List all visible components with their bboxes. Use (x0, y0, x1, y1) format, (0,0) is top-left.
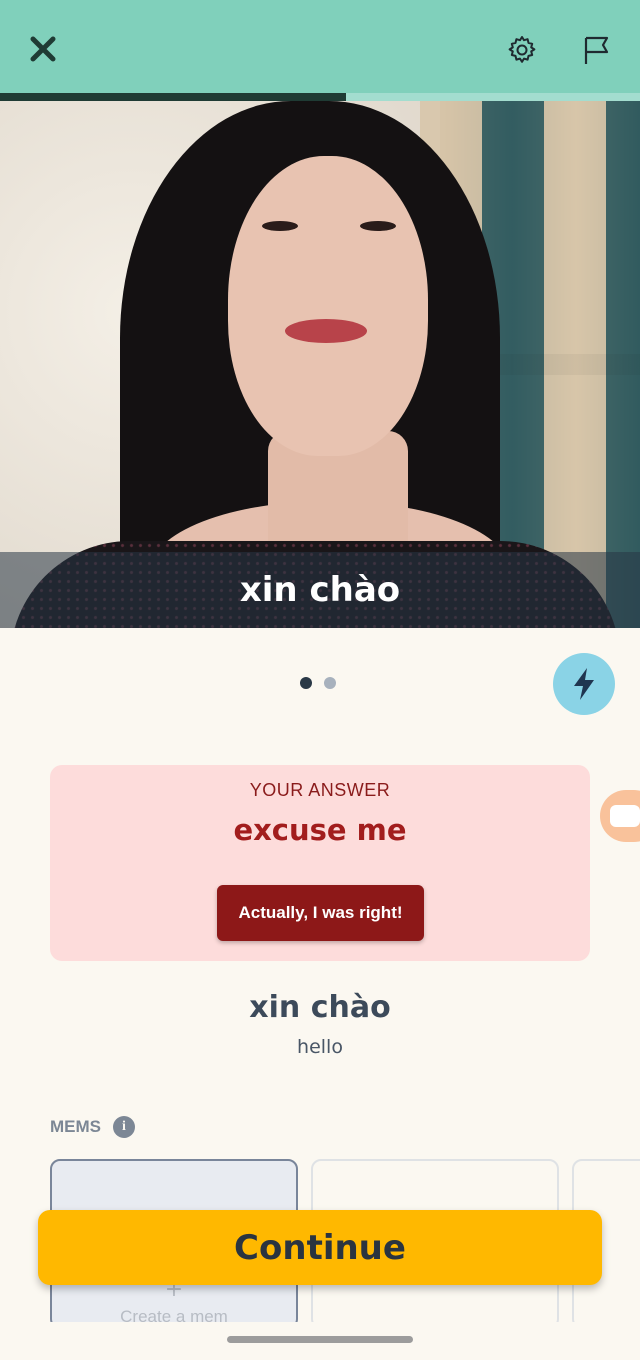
mems-header: MEMS i (50, 1116, 135, 1138)
pager-dot-active[interactable] (300, 677, 312, 689)
actually-right-button[interactable]: Actually, I was right! (217, 885, 424, 941)
answer-card: YOUR ANSWER excuse me Actually, I was ri… (50, 765, 590, 961)
side-video-widget[interactable] (600, 790, 640, 842)
info-icon[interactable]: i (113, 1116, 135, 1138)
target-word: xin chào (249, 990, 391, 1025)
video-player[interactable]: xin chào (0, 101, 640, 628)
pager-dot[interactable] (324, 677, 336, 689)
answer-text: excuse me (233, 813, 407, 847)
close-icon[interactable] (22, 28, 64, 70)
video-person-lips (285, 319, 367, 343)
lightning-icon[interactable] (553, 653, 615, 715)
video-caption: xin chào (239, 570, 401, 610)
video-person-eye (360, 221, 396, 231)
home-indicator[interactable] (227, 1336, 413, 1343)
top-bar (0, 0, 640, 93)
answer-label: YOUR ANSWER (249, 780, 391, 800)
progress-fill (0, 93, 346, 101)
pager-dots (300, 677, 336, 689)
video-person-face (228, 156, 428, 456)
video-person-eye (262, 221, 298, 231)
mems-label: MEMS (50, 1117, 101, 1136)
video-caption-band: xin chào (0, 552, 640, 628)
continue-button[interactable]: Continue (38, 1210, 602, 1285)
lesson-progress-bar (0, 93, 640, 101)
word-translation: hello (297, 1036, 343, 1058)
flag-icon[interactable] (574, 28, 618, 72)
video-camera-icon (610, 805, 640, 827)
gear-icon[interactable] (500, 28, 544, 72)
